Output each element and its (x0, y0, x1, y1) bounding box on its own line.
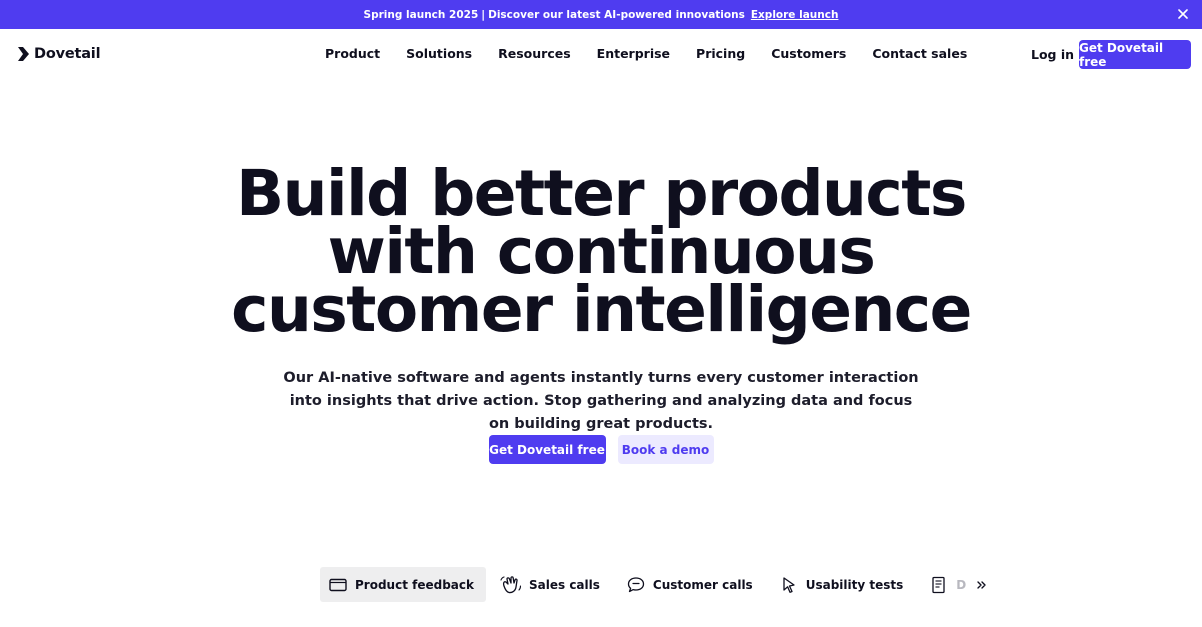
get-dovetail-free-button[interactable]: Get Dovetail free (488, 435, 606, 464)
dovetail-logo-icon (18, 47, 29, 61)
hero-cta-group: Get Dovetail free Book a demo (0, 435, 1202, 464)
announcement-bar: Spring launch 2025 | Discover our latest… (0, 0, 1202, 29)
site-header: Dovetail Product Solutions Resources Ent… (0, 29, 1202, 79)
get-dovetail-free-header-button[interactable]: Get Dovetail free (1079, 40, 1191, 69)
main-nav: Product Solutions Resources Enterprise P… (312, 44, 980, 63)
nav-pricing[interactable]: Pricing (683, 44, 758, 63)
tab-customer-calls[interactable]: Customer calls (618, 567, 765, 602)
tab-label: Sales calls (529, 577, 600, 592)
nav-product[interactable]: Product (312, 44, 393, 63)
wave-hand-icon (500, 575, 522, 593)
tab-label: Customer calls (652, 577, 753, 592)
nav-customers[interactable]: Customers (758, 44, 859, 63)
nav-solutions[interactable]: Solutions (393, 44, 485, 63)
tab-label: D (956, 577, 967, 592)
login-link[interactable]: Log in (1025, 45, 1080, 64)
tab-product-feedback[interactable]: Product feedback (320, 567, 486, 602)
tab-label: Product feedback (355, 577, 474, 592)
nav-contact-sales[interactable]: Contact sales (859, 44, 980, 63)
dovetail-logo[interactable]: Dovetail (17, 46, 101, 62)
book-demo-button[interactable]: Book a demo (617, 435, 714, 464)
tab-sales-calls[interactable]: Sales calls (492, 567, 612, 602)
use-case-tabs: Product feedback Sales calls Customer ca… (320, 567, 988, 602)
hero-subtitle: Our AI-native software and agents instan… (283, 370, 919, 432)
logo-text: Dovetail (34, 46, 101, 62)
tab-label: Usability tests (805, 577, 904, 592)
document-icon (932, 576, 945, 593)
nav-resources[interactable]: Resources (485, 44, 584, 63)
announcement-text: Spring launch 2025 (363, 8, 479, 21)
chevrons-right-icon[interactable] (976, 580, 988, 590)
explore-launch-link[interactable]: Explore launch (751, 9, 839, 21)
announcement-detail: Discover our latest AI-powered innovatio… (488, 8, 745, 21)
tab-documents[interactable]: D (921, 567, 978, 602)
close-icon[interactable] (1174, 5, 1192, 23)
cursor-icon (783, 576, 795, 593)
window-icon (329, 578, 347, 591)
chat-bubble-icon (627, 576, 645, 592)
hero-title-line: customer intelligence (231, 273, 972, 346)
tab-usability-tests[interactable]: Usability tests (771, 567, 916, 602)
hero-title: Build better products with continuous cu… (0, 162, 1202, 346)
announcement-separator: | (481, 8, 486, 21)
nav-enterprise[interactable]: Enterprise (584, 44, 683, 63)
